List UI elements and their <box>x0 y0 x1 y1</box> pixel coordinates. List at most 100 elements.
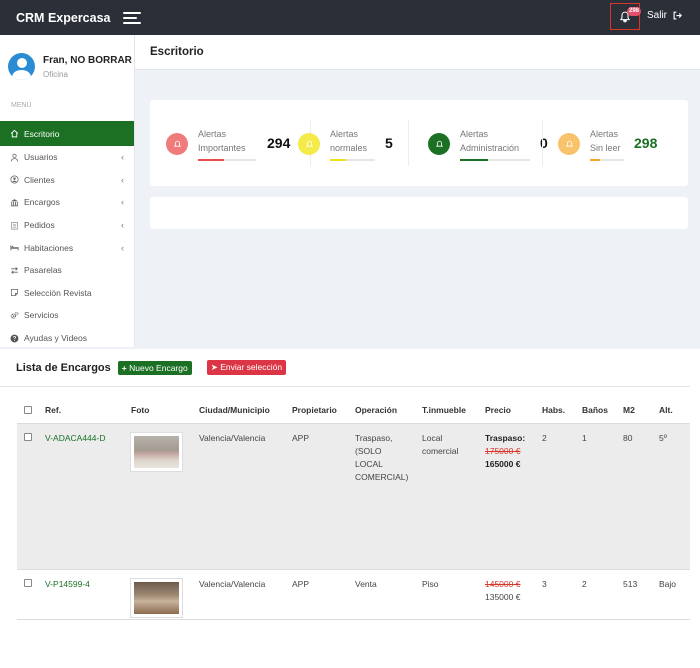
alert-label-2: Importantes <box>198 143 246 153</box>
alert-count: 298 <box>634 135 658 151</box>
habs-cell: 2 <box>542 433 547 443</box>
alert-label-2: Sin leer <box>590 143 621 153</box>
column-header[interactable]: Ref. <box>45 405 61 415</box>
sidebar-item-encargos[interactable]: Encargos ‹ <box>0 191 134 214</box>
alert-label-2: Administración <box>460 143 520 153</box>
column-header[interactable]: Baños <box>582 405 608 415</box>
panel-title: Lista de Encargos <box>16 361 111 374</box>
menu-toggle-icon[interactable] <box>122 11 141 24</box>
column-header[interactable]: Habs. <box>542 405 565 415</box>
sidebar-item-seleccion-revista[interactable]: Selección Revista <box>0 282 134 305</box>
column-header[interactable]: Alt. <box>659 405 673 415</box>
page-title: Escritorio <box>150 46 204 58</box>
operation-cell: Venta <box>355 579 377 589</box>
ref-link[interactable]: V-ADACA444-D <box>45 432 105 445</box>
top-bar: CRM Expercasa 298 Salir <box>0 0 700 35</box>
sidebar-menu: Escritorio Usuarios ‹ Clientes ‹ Encargo… <box>0 121 134 349</box>
table-row[interactable]: V-P14599-4 Valencia/Valencia APP Venta P… <box>17 570 690 620</box>
logout-label: Salir <box>647 10 668 21</box>
owner-cell: APP <box>292 433 310 443</box>
alert-label: Alertas <box>198 129 227 139</box>
column-header[interactable]: M2 <box>623 405 635 415</box>
sidebar-item-label: Encargos <box>24 197 60 208</box>
alert-circle <box>298 133 320 155</box>
alert-progress <box>590 159 624 161</box>
column-header[interactable]: Operación <box>355 405 397 415</box>
chevron-left-icon: ‹ <box>121 197 124 208</box>
m2-cell: 80 <box>623 433 633 443</box>
sidebar-item-usuarios[interactable]: Usuarios ‹ <box>0 146 134 169</box>
owner-cell: APP <box>292 579 310 589</box>
plus-icon: + <box>121 362 127 373</box>
sidebar-item-escritorio[interactable]: Escritorio <box>0 121 134 146</box>
alert-circle <box>558 133 580 155</box>
column-header[interactable]: Ciudad/Municipio <box>199 405 270 415</box>
sidebar: Fran, NO BORRAR Oficina MENÚ Escritorio … <box>0 35 135 347</box>
property-photo[interactable] <box>130 578 183 618</box>
alert-circle <box>428 133 450 155</box>
sidebar-item-ayudas[interactable]: Ayudas y Videos <box>0 327 134 350</box>
property-photo[interactable] <box>130 432 183 472</box>
chevron-left-icon: ‹ <box>121 152 124 163</box>
bell-icon <box>565 140 573 147</box>
column-header[interactable]: Foto <box>131 405 149 415</box>
banos-cell: 1 <box>582 433 587 443</box>
encargos-table: Ref. Foto Ciudad/Municipio Propietario O… <box>17 399 690 620</box>
sidebar-item-servicios[interactable]: Servicios <box>0 304 134 327</box>
alt-cell: Bajo <box>659 579 677 589</box>
alert-progress <box>198 159 256 161</box>
send-selection-button[interactable]: ➤ Enviar selección <box>206 360 287 375</box>
sidebar-item-label: Usuarios <box>24 152 58 163</box>
logout-button[interactable]: Salir <box>647 10 682 21</box>
habs-cell: 3 <box>542 579 547 589</box>
bell-icon <box>305 140 313 147</box>
notifications-button[interactable]: 298 <box>610 3 642 30</box>
user-circle-icon <box>9 175 19 185</box>
column-header[interactable]: Propietario <box>292 405 337 415</box>
sidebar-item-label: Clientes <box>24 174 55 185</box>
alert-progress <box>330 159 375 161</box>
alt-cell: 5º <box>659 433 667 443</box>
sidebar-item-label: Escritorio <box>24 128 60 139</box>
sidebar-item-label: Pedidos <box>24 220 55 231</box>
price-cell: Traspaso: 175000 € 165000 € <box>485 433 526 469</box>
sidebar-item-pasarelas[interactable]: Pasarelas <box>0 259 134 282</box>
alert-label: Alertas <box>460 129 489 139</box>
sidebar-item-pedidos[interactable]: Pedidos ‹ <box>0 214 134 237</box>
user-icon <box>9 152 19 162</box>
sidebar-item-habitaciones[interactable]: Habitaciones ‹ <box>0 236 134 259</box>
type-cell: Piso <box>422 579 439 589</box>
operation-cell: Traspaso, (SOLO LOCAL COMERCIAL) <box>355 433 409 482</box>
cogs-icon <box>9 310 19 320</box>
bell-icon <box>173 140 181 147</box>
row-checkbox[interactable] <box>24 433 32 441</box>
column-header[interactable]: Precio <box>485 405 511 415</box>
exchange-icon <box>9 265 19 275</box>
select-all-checkbox[interactable] <box>24 406 32 414</box>
chevron-left-icon: ‹ <box>121 242 124 253</box>
table-header: Ref. Foto Ciudad/Municipio Propietario O… <box>17 399 690 424</box>
column-header[interactable]: T.inmueble <box>422 405 466 415</box>
sidebar-item-label: Ayudas y Videos <box>24 333 88 344</box>
alert-label: Alertas <box>330 129 359 139</box>
avatar <box>8 53 35 80</box>
ref-link[interactable]: V-P14599-4 <box>45 578 90 591</box>
row-checkbox[interactable] <box>24 579 32 587</box>
question-icon <box>9 333 19 343</box>
paper-plane-icon: ➤ <box>210 362 218 372</box>
page-header: Escritorio <box>135 35 700 70</box>
user-profile: Fran, NO BORRAR Oficina <box>0 35 134 80</box>
sign-out-icon <box>673 11 682 20</box>
new-encargo-button[interactable]: + Nuevo Encargo <box>117 360 192 375</box>
city-cell: Valencia/Valencia <box>199 579 266 589</box>
sidebar-item-label: Servicios <box>24 310 59 321</box>
menu-heading: MENÚ <box>11 102 32 109</box>
chevron-left-icon: ‹ <box>121 220 124 231</box>
city-cell: Valencia/Valencia <box>199 433 266 443</box>
chevron-left-icon: ‹ <box>121 174 124 185</box>
brand-title: CRM Expercasa <box>16 10 111 25</box>
sidebar-item-label: Pasarelas <box>24 265 62 276</box>
sidebar-item-clientes[interactable]: Clientes ‹ <box>0 169 134 192</box>
sidebar-item-label: Habitaciones <box>24 242 74 253</box>
table-row[interactable]: V-ADACA444-D Valencia/Valencia APP Trasp… <box>17 424 690 570</box>
